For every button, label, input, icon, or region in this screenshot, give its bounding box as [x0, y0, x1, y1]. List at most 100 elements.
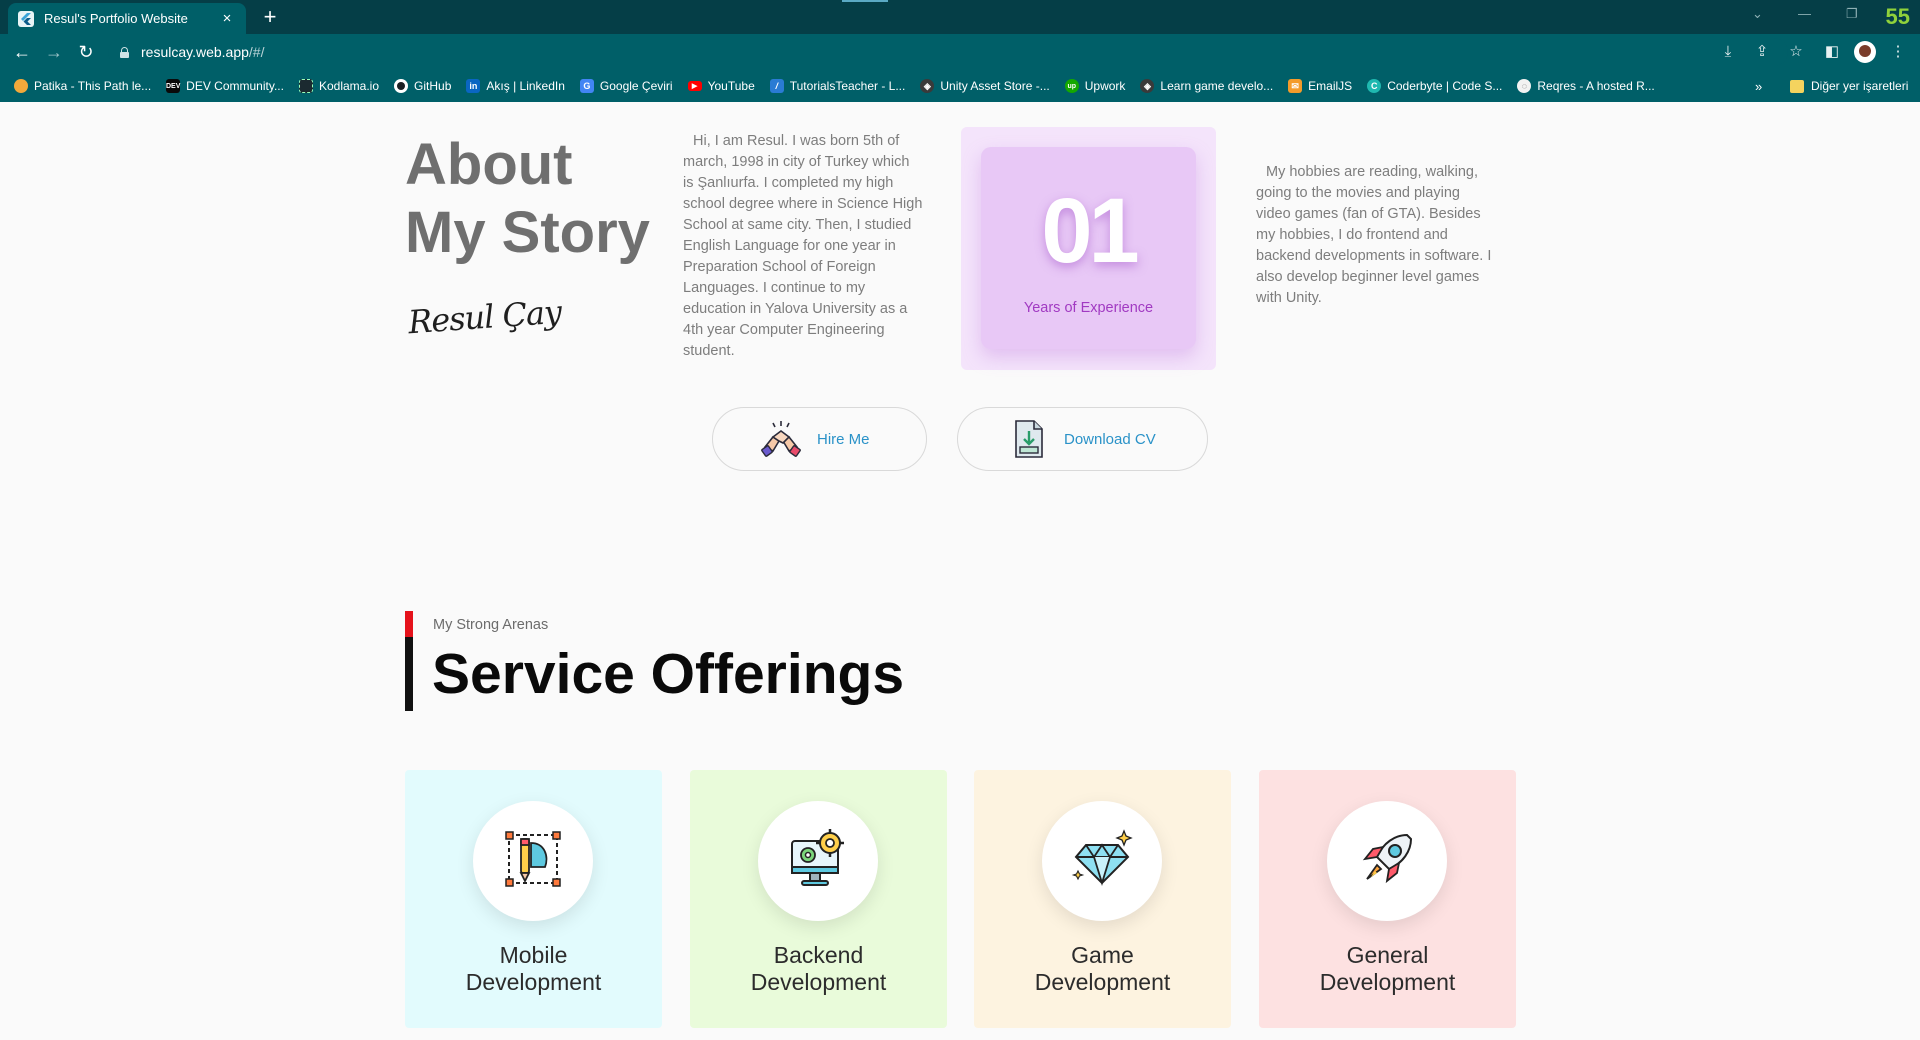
bookmark-item[interactable]: ◈ Learn game develo...: [1140, 79, 1273, 93]
bookmark-item[interactable]: ▶ YouTube: [687, 79, 755, 93]
service-label-line1: Game: [1071, 942, 1134, 968]
bookmark-label: DEV Community...: [186, 79, 284, 93]
install-app-icon[interactable]: ⤓: [1718, 42, 1738, 62]
browser-toolbar: ← → ↻ resulcay.web.app/#/ ⤓ ⇪ ☆ ◧ ⋮: [0, 34, 1920, 70]
tab-strip-indicator: [842, 0, 888, 2]
section-accent-bar-red: [405, 611, 413, 637]
restore-icon[interactable]: ❐: [1846, 6, 1858, 22]
kodlama-icon: [298, 79, 313, 93]
unity-learn-icon: ◈: [1140, 79, 1155, 93]
bookmark-label: Google Çeviri: [599, 79, 673, 93]
diamond-icon: [1070, 827, 1134, 896]
service-card-backend[interactable]: Backend Development: [690, 770, 947, 1028]
bookmark-label: Unity Asset Store -...: [940, 79, 1050, 93]
download-document-icon: [1006, 417, 1050, 461]
url-host: resulcay.web.app: [141, 44, 249, 60]
about-heading: About My Story: [405, 131, 650, 267]
other-bookmarks-folder[interactable]: Diğer yer işaretleri: [1790, 79, 1908, 93]
browser-tab-bar: Resul's Portfolio Website × + ⌄ — ❐ 55: [0, 0, 1920, 34]
bookmark-label: Learn game develo...: [1160, 79, 1274, 93]
bookmark-label: TutorialsTeacher - L...: [789, 79, 906, 93]
service-label-line1: General: [1346, 942, 1429, 968]
bookmark-item[interactable]: Patika - This Path le...: [14, 79, 151, 93]
bookmark-label: Upwork: [1084, 79, 1126, 93]
bookmark-item[interactable]: ◌ Reqres - A hosted R...: [1517, 79, 1655, 93]
bookmark-label: Coderbyte | Code S...: [1387, 79, 1503, 93]
profile-avatar[interactable]: [1854, 41, 1876, 63]
tab-title: Resul's Portfolio Website: [44, 11, 188, 26]
download-cv-label: Download CV: [1064, 430, 1156, 448]
reload-icon[interactable]: ↻: [74, 40, 98, 64]
handshake-icon: [759, 417, 803, 461]
menu-kebab-icon[interactable]: ⋮: [1888, 42, 1908, 62]
about-heading-line1: About: [405, 132, 573, 197]
upwork-icon: up: [1064, 79, 1079, 93]
share-icon[interactable]: ⇪: [1752, 42, 1772, 62]
lock-icon: [120, 46, 129, 58]
browser-tab-active[interactable]: Resul's Portfolio Website ×: [8, 3, 246, 34]
bookmarks-overflow-icon[interactable]: »: [1755, 79, 1762, 94]
fps-counter: 55: [1885, 4, 1910, 29]
bookmark-item[interactable]: GitHub: [394, 79, 451, 93]
mobile-design-icon: [501, 827, 565, 896]
service-card-general[interactable]: General Development: [1259, 770, 1516, 1028]
bookmarks-bar: Patika - This Path le... DEV DEV Communit…: [0, 70, 1920, 102]
address-bar[interactable]: resulcay.web.app/#/: [108, 38, 1788, 66]
bookmark-item[interactable]: / TutorialsTeacher - L...: [769, 79, 906, 93]
bookmark-label: Patika - This Path le...: [34, 79, 152, 93]
bookmark-item[interactable]: C Coderbyte | Code S...: [1367, 79, 1502, 93]
dev-icon: DEV: [166, 79, 180, 93]
bookmark-label: Akış | LinkedIn: [486, 79, 565, 93]
side-panel-icon[interactable]: ◧: [1822, 42, 1842, 62]
bookmark-label: YouTube: [707, 79, 755, 93]
service-label-line2: Development: [1034, 969, 1171, 995]
new-tab-button[interactable]: +: [256, 5, 284, 29]
flutter-favicon-icon: [18, 10, 34, 27]
reqres-icon: ◌: [1517, 79, 1532, 93]
service-label-line1: Backend: [773, 942, 864, 968]
service-icon-circle: [473, 801, 593, 921]
tab-search-icon[interactable]: ⌄: [1752, 6, 1763, 22]
back-icon[interactable]: ←: [10, 40, 34, 64]
download-cv-button[interactable]: Download CV: [957, 407, 1208, 471]
minimize-icon[interactable]: —: [1798, 6, 1811, 21]
service-icon-circle: [1042, 801, 1162, 921]
bookmark-label: Kodlama.io: [318, 79, 380, 93]
service-icon-circle: [758, 801, 878, 921]
service-card-mobile[interactable]: Mobile Development: [405, 770, 662, 1028]
bookmark-star-icon[interactable]: ☆: [1786, 42, 1806, 62]
bookmark-item[interactable]: G Google Çeviri: [579, 79, 673, 93]
linkedin-icon: in: [466, 79, 481, 93]
bookmark-item[interactable]: DEV DEV Community...: [166, 79, 284, 93]
folder-icon: [1790, 79, 1804, 93]
youtube-icon: ▶: [687, 81, 702, 91]
experience-card: 01 Years of Experience: [961, 127, 1216, 370]
section-title: Service Offerings: [432, 642, 905, 706]
page-content: About My Story Resul Çay Hi, I am Resul.…: [0, 102, 1920, 1040]
service-label: Game Development: [974, 942, 1231, 996]
bookmark-item[interactable]: in Akış | LinkedIn: [466, 79, 565, 93]
bookmark-label: EmailJS: [1308, 79, 1353, 93]
signature: Resul Çay: [406, 292, 563, 342]
bookmark-item[interactable]: ✉ EmailJS: [1288, 79, 1352, 93]
service-label-line2: Development: [465, 969, 602, 995]
service-card-game[interactable]: Game Development: [974, 770, 1231, 1028]
bookmark-item[interactable]: ◈ Unity Asset Store -...: [920, 79, 1050, 93]
hire-me-button[interactable]: Hire Me: [712, 407, 927, 471]
service-label-line1: Mobile: [499, 942, 568, 968]
service-icon-circle: [1327, 801, 1447, 921]
rocket-icon: [1355, 827, 1419, 896]
forward-icon[interactable]: →: [42, 40, 66, 64]
bookmark-item[interactable]: Kodlama.io: [298, 79, 380, 93]
tab-close-icon[interactable]: ×: [218, 10, 236, 27]
unity-icon: ◈: [920, 79, 935, 93]
service-label: Mobile Development: [405, 942, 662, 996]
github-icon: [394, 79, 409, 93]
service-label-line2: Development: [1319, 969, 1456, 995]
bookmark-label: GitHub: [414, 79, 452, 93]
bookmark-label: Reqres - A hosted R...: [1537, 79, 1655, 93]
experience-number: 01: [1041, 180, 1139, 282]
bookmark-item[interactable]: up Upwork: [1064, 79, 1126, 93]
hire-me-label: Hire Me: [817, 430, 870, 448]
google-translate-icon: G: [579, 79, 594, 93]
